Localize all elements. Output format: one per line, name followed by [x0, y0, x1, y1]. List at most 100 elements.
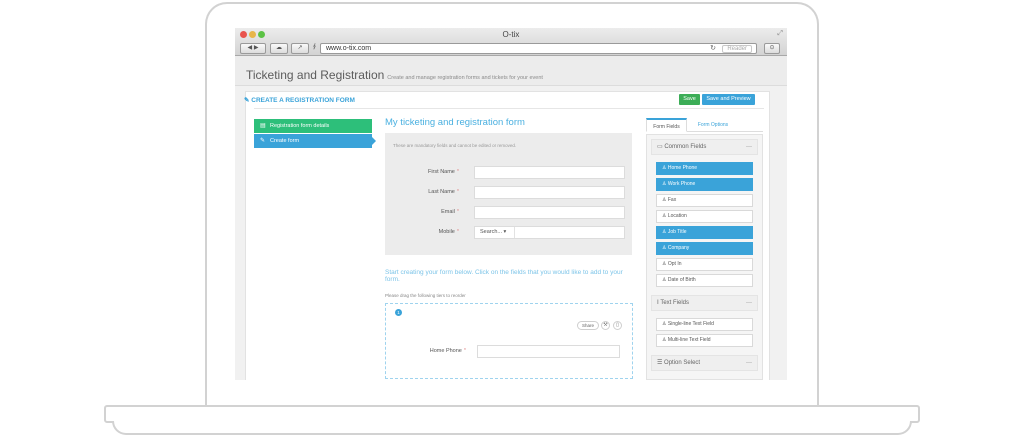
page-title: Ticketing and Registration: [246, 68, 385, 82]
form-tier[interactable]: 1 Share ⚒ ▯ Home Phone *: [385, 303, 633, 379]
tab-form-options[interactable]: Form Options: [690, 118, 736, 132]
collapse-icon[interactable]: —: [746, 356, 752, 370]
email-label: Email: [441, 209, 455, 215]
field-item-fax[interactable]: ♙ Fax: [656, 194, 753, 207]
page-subtitle: Create and manage registration forms and…: [387, 75, 543, 81]
start-instructions: Start creating your form below. Click on…: [385, 269, 623, 283]
save-button[interactable]: Save: [679, 94, 700, 105]
browser-titlebar: O-tix ⤢ ◀ ▶ ☁ ↗ ∮ www.o-tix.com ↻ Reader…: [235, 28, 787, 56]
form-heading: My ticketing and registration form: [385, 117, 525, 128]
address-bar[interactable]: www.o-tix.com ↻ Reader: [320, 43, 757, 54]
first-name-row: First Name *: [385, 166, 632, 179]
first-name-label: First Name: [427, 169, 455, 175]
last-name-row: Last Name *: [385, 186, 632, 199]
mobile-row: Mobile * Search... ▾: [385, 226, 632, 239]
field-item-job-title[interactable]: ♙ Job Title: [656, 226, 753, 239]
collapse-icon[interactable]: —: [746, 140, 752, 154]
document-icon: ▤: [260, 123, 266, 129]
email-input[interactable]: [474, 206, 625, 219]
reader-button[interactable]: Reader: [722, 45, 752, 53]
tier-field-label-wrap: Home Phone *: [386, 348, 466, 354]
item-label: Work Phone: [667, 181, 696, 187]
reload-icon[interactable]: ↻: [710, 44, 716, 53]
required-mark: *: [463, 348, 466, 354]
field-item-company[interactable]: ♙ Company: [656, 242, 753, 255]
url-text: www.o-tix.com: [326, 45, 372, 52]
screen: O-tix ⤢ ◀ ▶ ☁ ↗ ∮ www.o-tix.com ↻ Reader…: [235, 28, 787, 380]
section-title: Option Select: [664, 360, 701, 366]
wrench-icon[interactable]: ⚒: [601, 321, 610, 330]
item-label: Home Phone: [667, 165, 698, 171]
list-icon: ☰: [657, 360, 665, 366]
steps-nav: ▤ Registration form details ✎ Create form: [254, 119, 376, 149]
home-phone-input[interactable]: [477, 345, 620, 358]
item-label: Job Title: [667, 229, 687, 235]
mandatory-note: These are mandatory fields and cannot be…: [393, 143, 517, 148]
section-title: Text Fields: [660, 300, 690, 306]
text-fields-header[interactable]: Ⅰ Text Fields —: [651, 295, 758, 311]
item-label: Single-line Text Field: [667, 321, 714, 327]
field-item-multi-line-text[interactable]: ♙ Multi-line Text Field: [656, 334, 753, 347]
fullscreen-icon[interactable]: ⤢: [777, 30, 783, 38]
window-title: O-tix: [502, 30, 520, 39]
step-create-form[interactable]: ✎ Create form: [254, 134, 376, 148]
item-label: Fax: [667, 197, 677, 203]
page-title-wrap: Ticketing and Registration Create and man…: [246, 68, 543, 82]
caret-down-icon: ▾: [503, 229, 507, 235]
country-code-value: Search...: [480, 229, 503, 235]
last-name-label: Last Name: [428, 189, 455, 195]
section-title: Common Fields: [664, 144, 707, 150]
field-item-single-line-text[interactable]: ♙ Single-line Text Field: [656, 318, 753, 331]
edit-icon: ✎: [260, 138, 266, 144]
card-title-text: CREATE A REGISTRATION FORM: [251, 97, 355, 104]
mobile-label: Mobile: [438, 229, 455, 235]
trash-icon[interactable]: ▯: [613, 321, 622, 330]
step-registration-details[interactable]: ▤ Registration form details: [254, 119, 372, 133]
item-label: Date of Birth: [667, 277, 696, 283]
field-tabs: Form Fields Form Options: [646, 118, 763, 132]
item-label: Location: [667, 213, 687, 219]
required-mark: *: [456, 209, 459, 215]
tier-share-button[interactable]: Share: [577, 321, 600, 330]
country-code-select[interactable]: Search... ▾: [475, 227, 515, 238]
common-fields-header[interactable]: ▭ Common Fields —: [651, 139, 758, 155]
share-icon[interactable]: ↗: [291, 43, 309, 54]
item-label: Multi-line Text Field: [667, 337, 711, 343]
tab-form-fields[interactable]: Form Fields: [646, 118, 687, 132]
item-label: Opt In: [667, 261, 682, 267]
option-select-header[interactable]: ☰ Option Select —: [651, 355, 758, 371]
last-name-input[interactable]: [474, 186, 625, 199]
field-label-wrap: Email *: [385, 206, 459, 219]
card-title: ✎ CREATE A REGISTRATION FORM: [244, 96, 355, 104]
url-security-icon: ∮: [312, 44, 317, 50]
back-forward-button[interactable]: ◀ ▶: [240, 43, 266, 54]
field-item-home-phone[interactable]: ♙ Home Phone: [656, 162, 753, 175]
drag-note: Please drag the following tiers to reord…: [385, 293, 466, 298]
collapse-icon[interactable]: —: [746, 296, 752, 310]
field-item-opt-in[interactable]: ♙ Opt In: [656, 258, 753, 271]
mandatory-fields-box: These are mandatory fields and cannot be…: [385, 133, 632, 255]
email-row: Email *: [385, 206, 632, 219]
step-label: Create form: [270, 138, 300, 144]
field-item-date-of-birth[interactable]: ♙ Date of Birth: [656, 274, 753, 287]
step-label: Registration form details: [270, 123, 330, 129]
required-mark: *: [456, 229, 459, 235]
downloads-icon[interactable]: ⊙: [764, 43, 780, 54]
mobile-input[interactable]: Search... ▾: [474, 226, 625, 239]
icloud-tabs-icon[interactable]: ☁: [270, 43, 288, 54]
home-phone-label: Home Phone: [429, 348, 462, 354]
required-mark: *: [456, 189, 459, 195]
field-label-wrap: First Name *: [385, 166, 459, 179]
tier-number-badge: 1: [395, 309, 402, 316]
field-label-wrap: Last Name *: [385, 186, 459, 199]
item-label: Company: [667, 245, 690, 251]
save-and-preview-button[interactable]: Save and Preview: [702, 94, 755, 105]
laptop-foot: [112, 421, 912, 435]
page-header: Ticketing and Registration Create and man…: [235, 56, 787, 86]
first-name-input[interactable]: [474, 166, 625, 179]
fields-panel: ▭ Common Fields — ♙ Home Phone ♙ Work Ph…: [646, 134, 763, 380]
card-divider: [254, 108, 764, 109]
field-label-wrap: Mobile *: [385, 226, 459, 239]
field-item-location[interactable]: ♙ Location: [656, 210, 753, 223]
field-item-work-phone[interactable]: ♙ Work Phone: [656, 178, 753, 191]
